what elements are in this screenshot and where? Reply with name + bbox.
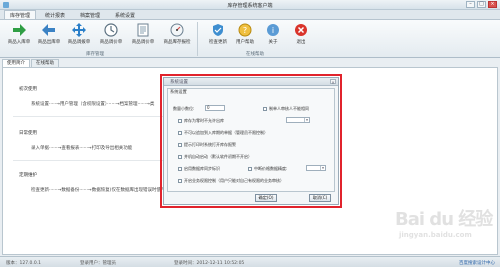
stock-in-button[interactable]: 商品入库单 — [4, 23, 34, 45]
clock-icon — [104, 23, 118, 37]
tab-settings[interactable]: 系统设置 — [109, 10, 141, 19]
dialog-title-bar: 系统设置 ✕ — [164, 78, 338, 86]
svg-text:i: i — [272, 26, 274, 35]
checkbox[interactable] — [178, 179, 182, 183]
checkbox[interactable] — [248, 167, 252, 171]
gauge-icon — [170, 23, 184, 37]
stock-report-button[interactable]: 商品库存报检 — [162, 23, 192, 45]
daily-use-flow: 录入单据······→查看报表······→打印及导出相关功能 — [31, 146, 133, 151]
close-window-button[interactable]: × — [488, 1, 497, 8]
ribbon-group-inventory: 库存管理 — [86, 52, 104, 57]
decimal-label: 数量小数位: — [173, 106, 195, 111]
chevron-down-icon: ▾ — [320, 166, 325, 170]
status-version: 版本：127.0.0.1 — [6, 261, 41, 266]
status-user: 登录用户：管理员 — [80, 261, 116, 266]
option-print-alert[interactable]: 提示打印时系统打开库存报警 — [178, 142, 236, 148]
cancel-button[interactable]: 取消(C) — [309, 194, 331, 202]
section-first-use: 初次使用 — [19, 87, 37, 92]
price-adjust-button[interactable]: 商品调价单 — [96, 23, 126, 45]
arrow-right-icon — [13, 24, 26, 36]
option-permission-control[interactable]: 开启业务权限控制（用户只能对自己有权限的业务审核） — [178, 178, 284, 184]
minimize-button[interactable]: – — [466, 1, 475, 8]
settings-group-title: 系统设置 — [170, 89, 187, 94]
status-bar: 版本：127.0.0.1 登录用户：管理员 登录时间：2012-12-11 10… — [0, 256, 500, 267]
chevron-down-icon: ▾ — [304, 118, 309, 122]
option-no-zero-outbound[interactable]: 库存为零时不允许出库 — [178, 118, 224, 124]
update-shield-icon — [213, 24, 223, 36]
checkbox[interactable] — [178, 119, 182, 123]
checkbox[interactable] — [178, 131, 182, 135]
checkbox[interactable] — [263, 107, 267, 111]
transfer-button[interactable]: 商品调拨单 — [64, 23, 94, 45]
window-controls: – □ × — [466, 1, 497, 8]
option-price-precision[interactable]: 中断价格数据精度: — [248, 166, 287, 172]
option-distinct-reviewer[interactable]: 制单人审核人不能相同 — [263, 106, 309, 112]
tab-online-help[interactable]: 在线帮助 — [31, 59, 59, 67]
tab-reports[interactable]: 统计报表 — [39, 10, 71, 19]
exit-icon — [295, 24, 307, 36]
move-arrows-icon — [72, 23, 86, 37]
status-link[interactable]: 百度搜索设计中心 — [459, 260, 495, 266]
checkbox[interactable] — [178, 167, 182, 171]
section-maintenance: 定期维护 — [19, 173, 37, 178]
tab-archives[interactable]: 档案管理 — [74, 10, 106, 19]
maintenance-flow: 检查更新······→数据备份······→数据恢复(仅在数据库出现错误时使用) — [31, 188, 168, 193]
divider — [13, 116, 163, 117]
title-bar: 库存管理系统客户端 – □ × — [0, 0, 500, 10]
maximize-button[interactable]: □ — [477, 1, 486, 8]
content-tab-bar: 使用简介 在线帮助 — [2, 59, 59, 67]
dialog-close-button[interactable]: ✕ — [330, 79, 336, 85]
info-icon: i — [267, 24, 279, 36]
ribbon-group-online-help: 在线帮助 — [246, 52, 264, 57]
ribbon-tab-bar: 库存管理 统计报表 档案管理 系统设置 — [0, 10, 500, 19]
help-icon: ? — [238, 23, 252, 37]
ribbon-separator — [197, 22, 198, 56]
stock-out-button[interactable]: 商品出库单 — [34, 23, 64, 45]
precision-select[interactable]: ▾ — [306, 165, 326, 171]
option-auto-start[interactable]: 并机自动启动（默认软件初期不开启） — [178, 154, 252, 160]
price-adjust-2-button[interactable]: 商品调价单 — [128, 23, 158, 45]
about-button[interactable]: i 关于 — [258, 23, 288, 45]
settings-group: 系统设置 数量小数位: 0 制单人审核人不能相同 库存为零时不允许出库 ▾ 不可… — [167, 88, 335, 192]
checkbox[interactable] — [178, 143, 182, 147]
decimal-places-input[interactable]: 0 — [205, 105, 225, 111]
system-settings-dialog: 系统设置 ✕ 系统设置 数量小数位: 0 制单人审核人不能相同 库存为零时不允许… — [163, 77, 339, 205]
section-daily-use: 日常使用 — [19, 131, 37, 136]
ribbon-toolbar: 商品入库单 商品出库单 商品调拨单 商品调价单 商品调价单 商品库存报检 检查更… — [0, 19, 500, 58]
svg-text:?: ? — [243, 26, 247, 35]
price-precision-select[interactable]: ▾ — [286, 117, 310, 123]
option-db-sync[interactable]: 启用数据库同步标识 — [178, 166, 220, 172]
option-no-append-stock[interactable]: 不可以追加到入库期的单据（管理员不限控制） — [178, 130, 268, 136]
dialog-title: 系统设置 — [170, 80, 188, 85]
check-update-button[interactable]: 检查更新 — [203, 23, 233, 45]
divider — [13, 160, 163, 161]
first-use-flow: 系统设置·····→用户管理（含权限设置）······→档案管理······→类 — [31, 102, 155, 107]
document-icon — [137, 23, 149, 37]
checkbox[interactable] — [178, 155, 182, 159]
help-button[interactable]: ? 用户帮助 — [230, 23, 260, 45]
tab-inventory[interactable]: 库存管理 — [4, 10, 37, 19]
ok-button[interactable]: 确定(O) — [255, 194, 277, 202]
status-time: 登录时间：2012-12-11 10:52:05 — [174, 261, 245, 266]
arrow-left-icon — [42, 24, 55, 36]
window-title: 库存管理系统客户端 — [227, 3, 273, 9]
tab-usage-guide[interactable]: 使用简介 — [2, 59, 30, 67]
exit-button[interactable]: 退出 — [286, 23, 316, 45]
